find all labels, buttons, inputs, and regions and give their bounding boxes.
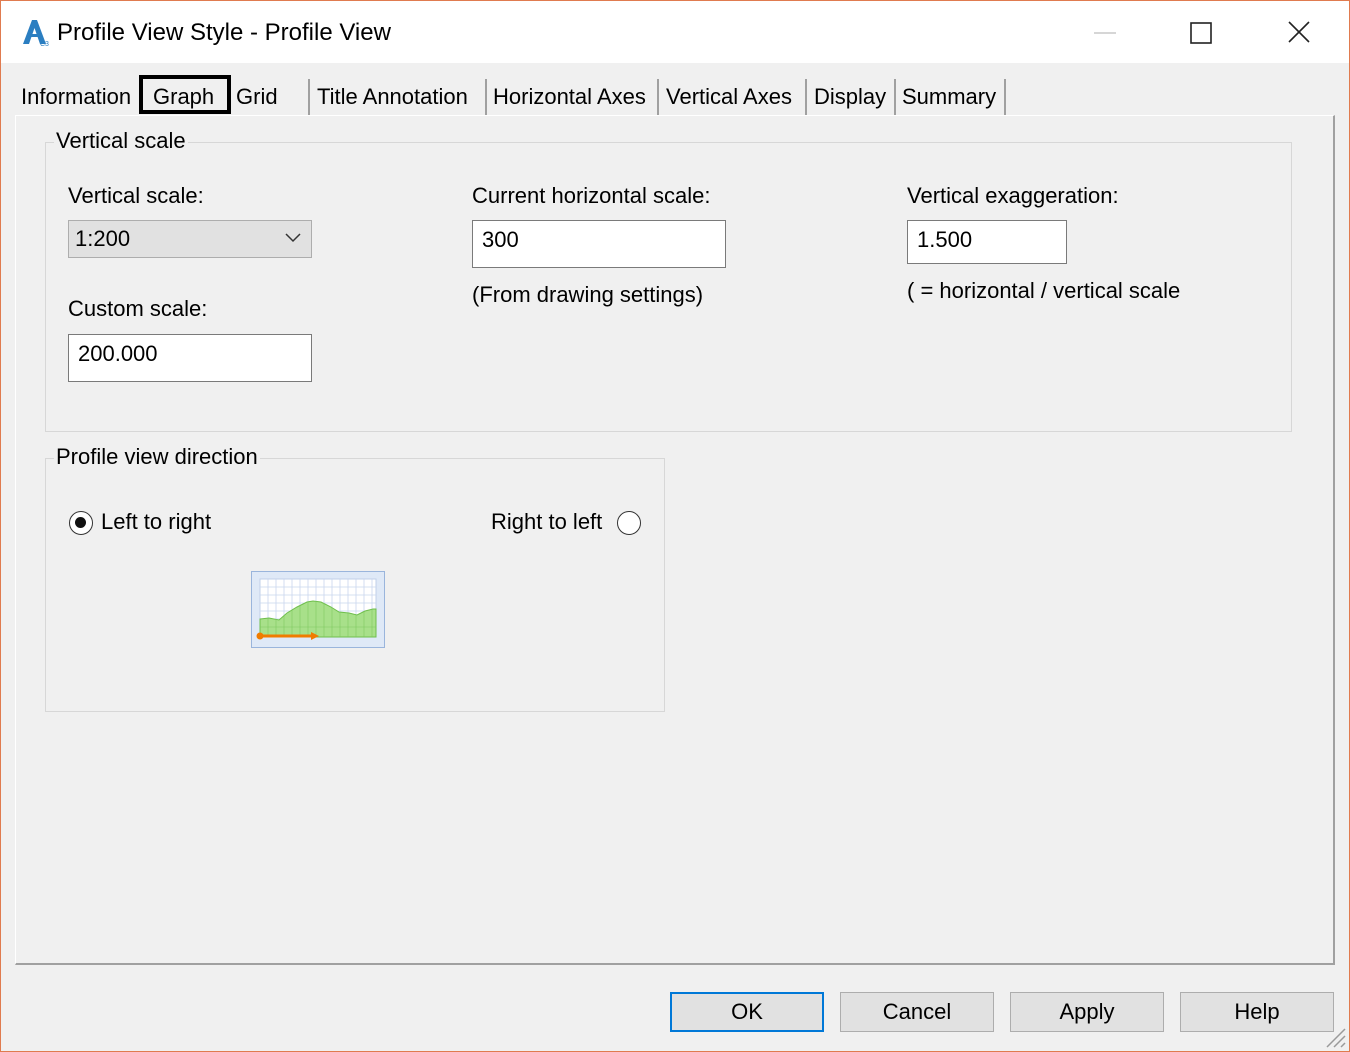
- vertical-exaggeration-label: Vertical exaggeration:: [907, 183, 1119, 208]
- title-bar[interactable]: C3D Profile View Style - Profile View: [1, 1, 1349, 63]
- profile-direction-preview-icon: [251, 571, 385, 653]
- minimize-button[interactable]: [1077, 11, 1133, 55]
- tab-summary[interactable]: Summary: [902, 79, 1006, 115]
- vertical-scale-value: 1:200: [75, 226, 131, 251]
- minimize-icon: [1094, 32, 1116, 34]
- tab-title-annotation[interactable]: Title Annotation: [317, 79, 487, 115]
- custom-scale-label: Custom scale:: [68, 296, 208, 321]
- vertical-exaggeration-field[interactable]: 1.500: [907, 220, 1067, 264]
- custom-scale-field[interactable]: 200.000: [68, 334, 312, 382]
- tab-vertical-axes[interactable]: Vertical Axes: [666, 79, 807, 115]
- cancel-button[interactable]: Cancel: [840, 992, 994, 1032]
- current-horizontal-scale-field[interactable]: 300: [472, 220, 726, 268]
- tab-graph[interactable]: Graph: [153, 79, 233, 115]
- profile-view-direction-legend: Profile view direction: [54, 443, 260, 471]
- autocad-civil3d-app-icon: C3D: [19, 17, 54, 48]
- chevron-down-icon: [285, 233, 301, 243]
- help-button[interactable]: Help: [1180, 992, 1334, 1032]
- maximize-button[interactable]: [1173, 11, 1229, 55]
- tab-grid[interactable]: Grid: [236, 79, 310, 115]
- left-to-right-label[interactable]: Left to right: [101, 508, 211, 536]
- ok-button[interactable]: OK: [670, 992, 824, 1032]
- left-to-right-radio[interactable]: [69, 511, 93, 535]
- svg-text:C3D: C3D: [40, 41, 49, 47]
- current-horizontal-scale-label: Current horizontal scale:: [472, 183, 711, 208]
- right-to-left-radio[interactable]: [617, 511, 641, 535]
- tab-horizontal-axes[interactable]: Horizontal Axes: [493, 79, 659, 115]
- exaggeration-note: ( = horizontal / vertical scale: [907, 278, 1181, 303]
- close-button[interactable]: [1271, 11, 1327, 55]
- tab-information[interactable]: Information: [21, 79, 139, 115]
- tab-panel-graph: Vertical scale Vertical scale: 1:200 Cus…: [15, 115, 1335, 965]
- resize-grip-icon[interactable]: [1321, 1023, 1347, 1049]
- close-icon: [1288, 21, 1310, 43]
- window-title: Profile View Style - Profile View: [57, 19, 391, 46]
- vertical-scale-dropdown[interactable]: 1:200: [68, 220, 312, 258]
- vertical-scale-legend: Vertical scale: [54, 127, 188, 155]
- from-drawing-settings-note: (From drawing settings): [472, 282, 704, 307]
- apply-button[interactable]: Apply: [1010, 992, 1164, 1032]
- dialog-window: C3D Profile View Style - Profile View In…: [0, 0, 1350, 1052]
- tab-display[interactable]: Display: [814, 79, 896, 115]
- right-to-left-label[interactable]: Right to left: [491, 508, 602, 536]
- vertical-scale-label: Vertical scale:: [68, 183, 204, 208]
- maximize-icon: [1190, 22, 1212, 44]
